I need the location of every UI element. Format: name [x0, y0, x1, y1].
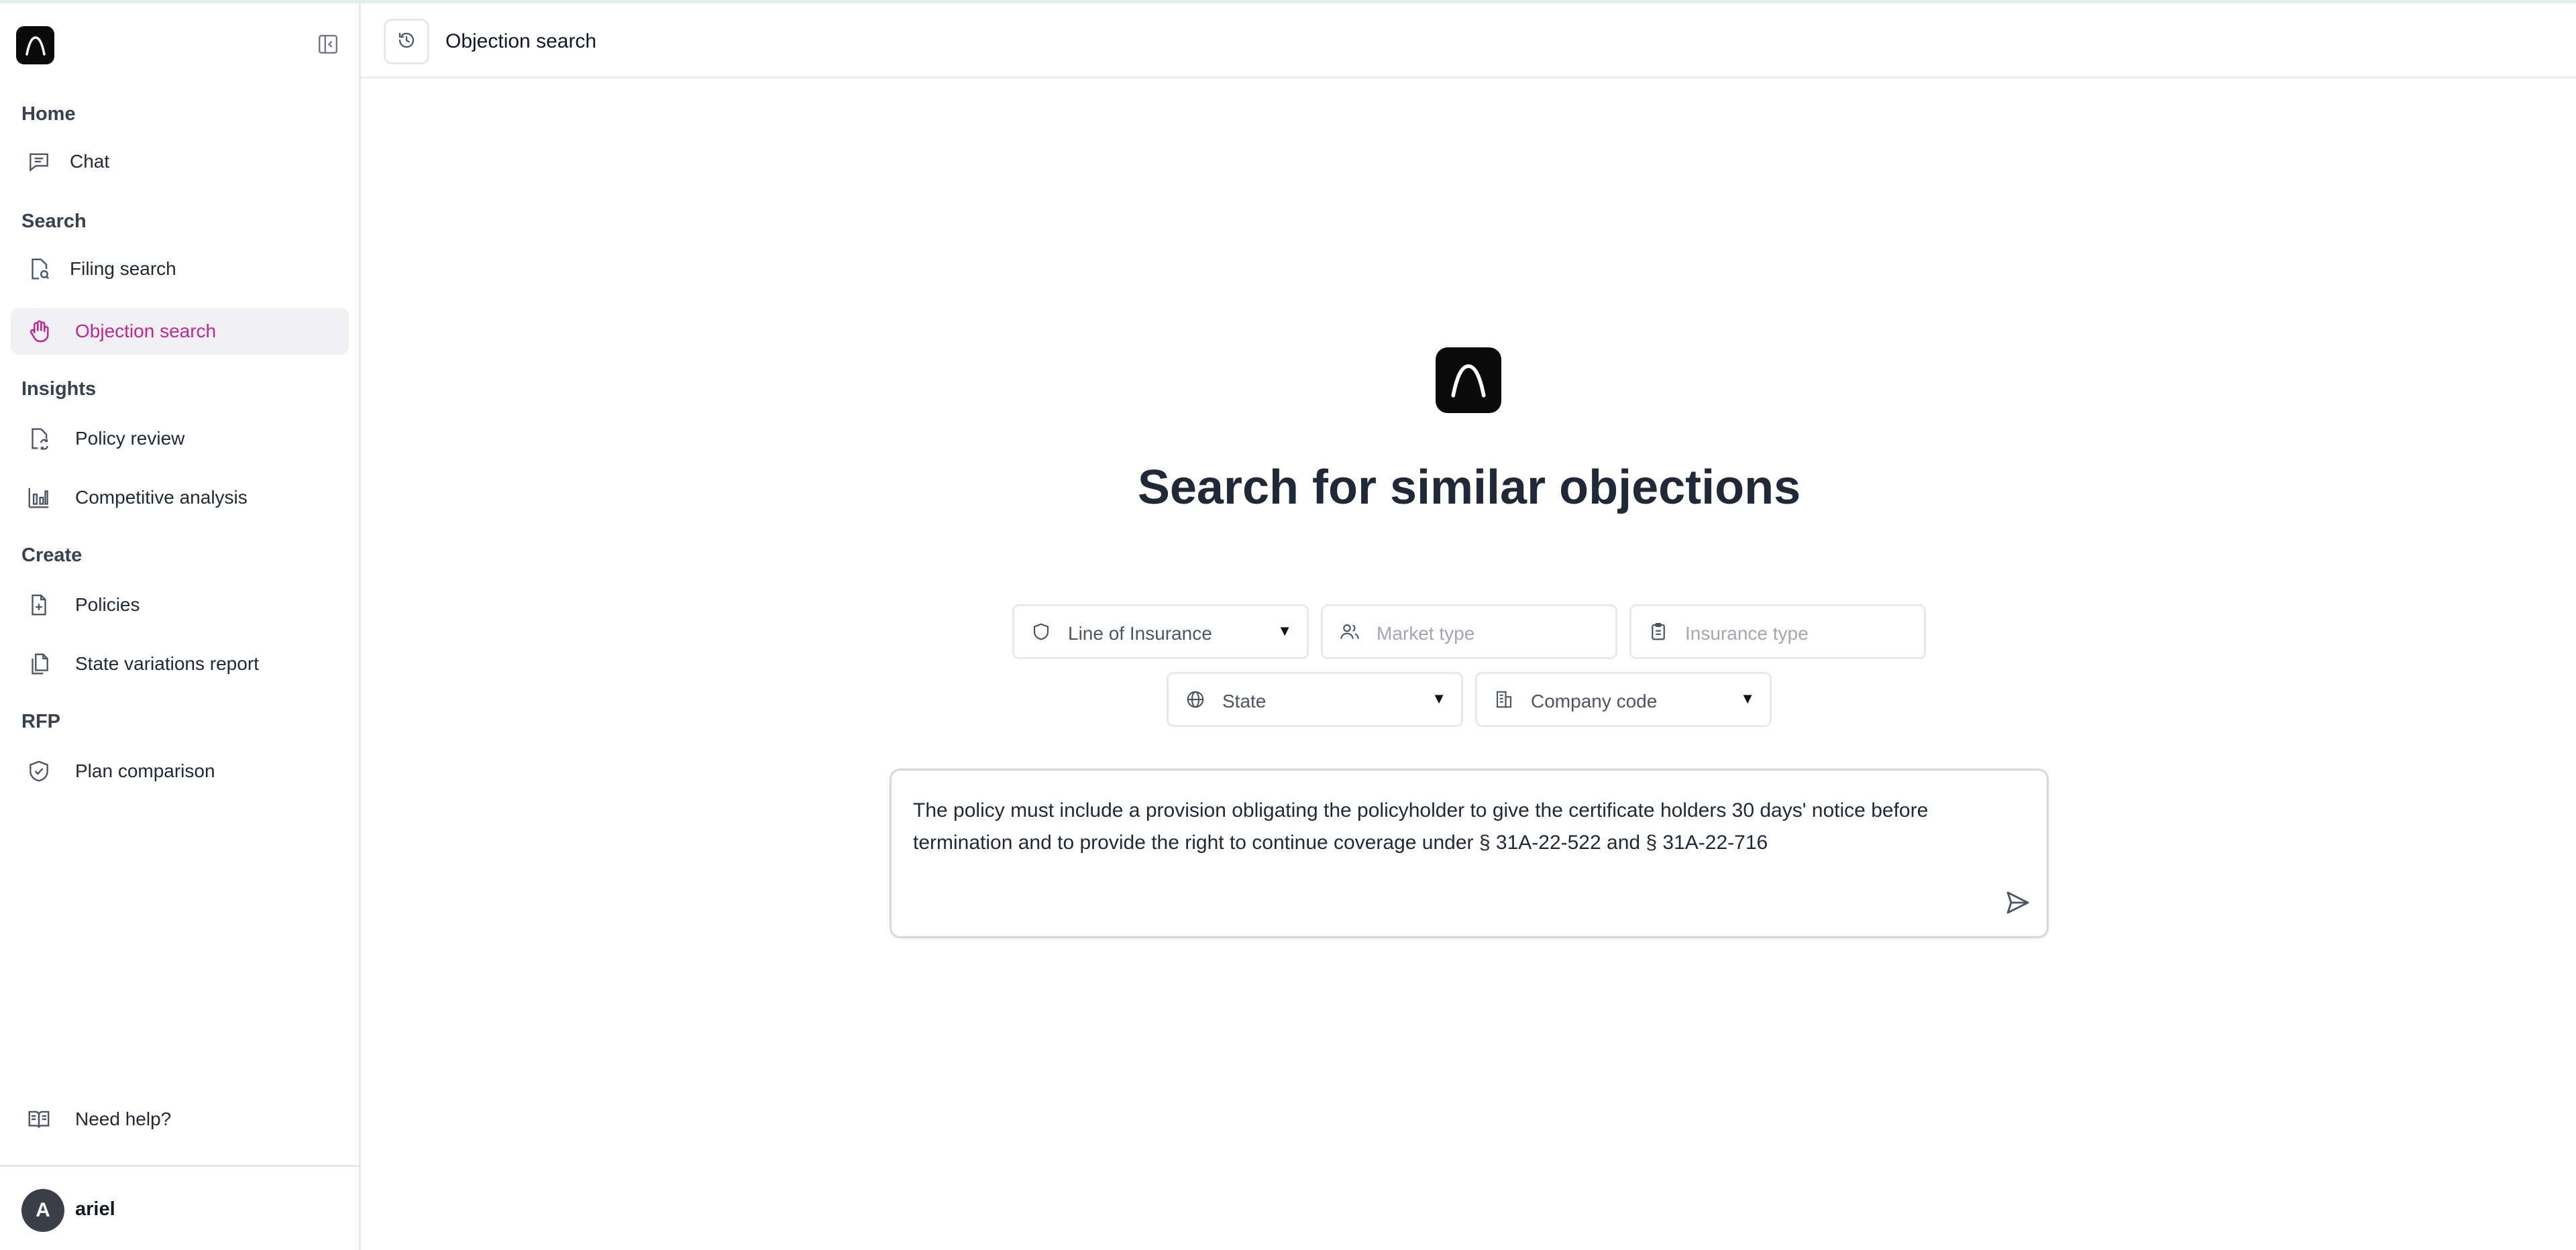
clipboard-icon [1646, 620, 1670, 644]
sidebar-item-state-variations-report[interactable]: State variations report [11, 640, 349, 687]
sidebar-item-label: Filing search [70, 258, 176, 279]
sidebar-item-need-help[interactable]: Need help? [11, 1096, 349, 1143]
section-insights: Insights [21, 378, 97, 400]
state-value: State [1222, 691, 1267, 712]
section-rfp: RFP [21, 711, 60, 732]
sidebar-item-competitive-analysis[interactable]: Competitive analysis [11, 474, 349, 521]
sidebar-item-policy-review[interactable]: Policy review [11, 415, 349, 462]
company-code-value: Company code [1531, 691, 1658, 712]
state-select[interactable]: State ▼ [1167, 672, 1463, 727]
sidebar-item-label: Plan comparison [75, 760, 215, 781]
bar-chart-icon [25, 484, 52, 511]
section-home: Home [21, 103, 76, 125]
files-icon [25, 650, 52, 677]
sidebar-item-chat[interactable]: Chat [11, 138, 349, 185]
building-icon [1492, 687, 1516, 712]
caret-down-icon: ▼ [1277, 622, 1292, 639]
market-type-field[interactable]: Market type [1321, 604, 1617, 659]
sidebar-item-label: Policy review [75, 428, 185, 449]
company-code-select[interactable]: Company code ▼ [1475, 672, 1772, 727]
section-create: Create [21, 545, 83, 566]
globe-icon [1183, 687, 1208, 712]
section-search: Search [21, 211, 87, 232]
sidebar-collapse-icon[interactable] [315, 32, 341, 57]
chat-icon [25, 148, 52, 175]
sidebar-item-label: Policies [75, 594, 140, 615]
caret-down-icon: ▼ [1432, 690, 1446, 707]
market-type-placeholder: Market type [1377, 623, 1475, 644]
history-icon [396, 30, 417, 54]
user-name[interactable]: ariel [75, 1198, 115, 1220]
page-header: Objection search [361, 3, 2576, 78]
file-plus-icon [25, 591, 52, 618]
line-of-insurance-value: Line of Insurance [1068, 623, 1212, 644]
main-heading: Search for similar objections [1137, 461, 1801, 514]
history-button[interactable] [384, 19, 429, 64]
sidebar-item-label: Competitive analysis [75, 487, 248, 508]
shield-icon [1029, 620, 1053, 644]
users-icon [1338, 620, 1362, 644]
shield-check-icon [25, 758, 52, 785]
book-open-icon [25, 1106, 52, 1133]
page-title: Objection search [445, 30, 597, 52]
sidebar: Home Chat Search Filing search Objection… [0, 3, 361, 1250]
avatar[interactable]: A [21, 1189, 64, 1232]
file-search-icon [25, 255, 52, 282]
send-icon [2004, 889, 2031, 919]
query-textarea[interactable]: The policy must include a provision obli… [890, 769, 2049, 938]
sidebar-item-label: State variations report [75, 653, 259, 674]
line-of-insurance-select[interactable]: Line of Insurance ▼ [1012, 604, 1309, 659]
caret-down-icon: ▼ [1740, 690, 1755, 707]
hand-icon [25, 318, 52, 345]
sidebar-item-plan-comparison[interactable]: Plan comparison [11, 748, 349, 795]
insurance-type-field[interactable]: Insurance type [1629, 604, 1926, 659]
hero-logo [1436, 347, 1501, 413]
sidebar-divider [0, 1165, 359, 1167]
insurance-type-placeholder: Insurance type [1685, 623, 1809, 644]
send-button[interactable] [2002, 889, 2033, 919]
sidebar-item-policies[interactable]: Policies [11, 581, 349, 628]
sidebar-item-label: Objection search [75, 321, 217, 341]
file-refresh-icon [25, 425, 52, 452]
query-text[interactable]: The policy must include a provision obli… [913, 795, 1986, 859]
sidebar-item-objection-search[interactable]: Objection search [11, 308, 349, 355]
app-logo[interactable] [16, 26, 54, 64]
sidebar-item-label: Need help? [75, 1109, 172, 1129]
sidebar-item-label: Chat [70, 151, 110, 172]
sidebar-item-filing-search[interactable]: Filing search [11, 245, 349, 292]
